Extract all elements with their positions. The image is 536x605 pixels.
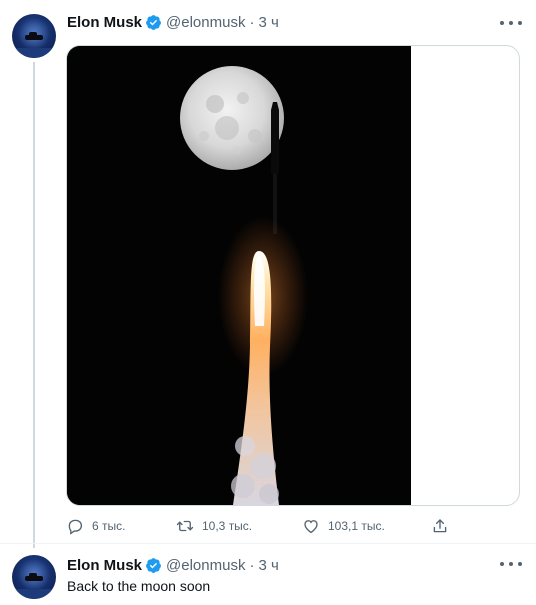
tweet-divider — [0, 543, 536, 544]
verified-badge-icon — [146, 557, 161, 573]
avatar-horizon — [12, 48, 56, 58]
heart-icon — [304, 520, 318, 534]
share-icon — [433, 519, 447, 533]
separator-dot: · — [249, 13, 255, 31]
more-dot — [518, 21, 522, 25]
author-handle[interactable]: @elonmusk — [166, 14, 245, 31]
reply-count: 6 тыс. — [92, 519, 126, 533]
more-dot — [518, 562, 522, 566]
more-dot — [500, 562, 504, 566]
author-name[interactable]: Elon Musk — [67, 557, 142, 574]
avatar[interactable] — [12, 555, 56, 599]
tweet-actions: 6 тыс. 10,3 тыс. 103,1 тыс. — [66, 515, 466, 537]
tweet-text: Back to the moon soon — [67, 578, 211, 594]
retweet-button[interactable]: 10,3 тыс. — [176, 515, 252, 537]
more-dot — [509, 562, 513, 566]
retweet-count: 10,3 тыс. — [202, 519, 253, 533]
tweet-media[interactable] — [66, 45, 520, 506]
tweet-header: Elon Musk @elonmusk · 3 ч — [67, 12, 279, 32]
tweet-timestamp[interactable]: 3 ч — [258, 557, 278, 574]
tweet-1[interactable]: Elon Musk @elonmusk · 3 ч 6 тыс. 10,3 ты… — [0, 0, 536, 548]
share-button[interactable] — [431, 515, 449, 537]
thread-connector-line — [33, 62, 35, 548]
avatar-horizon — [12, 589, 56, 599]
more-icon[interactable] — [500, 555, 522, 573]
more-dot — [509, 21, 513, 25]
tweet-2[interactable]: Elon Musk @elonmusk · 3 ч Back to the mo… — [0, 545, 536, 605]
avatar-ship-icon — [25, 32, 43, 40]
reply-button[interactable]: 6 тыс. — [66, 515, 125, 537]
tweet-header: Elon Musk @elonmusk · 3 ч — [67, 555, 279, 575]
avatar[interactable] — [12, 14, 56, 58]
author-handle[interactable]: @elonmusk — [166, 557, 245, 574]
like-count: 103,1 тыс. — [328, 519, 385, 533]
retweet-icon — [176, 520, 194, 532]
avatar-ship-icon — [25, 573, 43, 581]
more-icon[interactable] — [500, 14, 522, 32]
author-name[interactable]: Elon Musk — [67, 14, 142, 31]
tweet-timestamp[interactable]: 3 ч — [258, 14, 278, 31]
reply-icon — [68, 519, 83, 535]
verified-badge-icon — [146, 14, 161, 30]
more-dot — [500, 21, 504, 25]
rocket-launch-image — [67, 46, 411, 505]
rocket-launch-photo[interactable] — [67, 46, 411, 505]
separator-dot: · — [249, 556, 255, 574]
like-button[interactable]: 103,1 тыс. — [302, 515, 385, 537]
